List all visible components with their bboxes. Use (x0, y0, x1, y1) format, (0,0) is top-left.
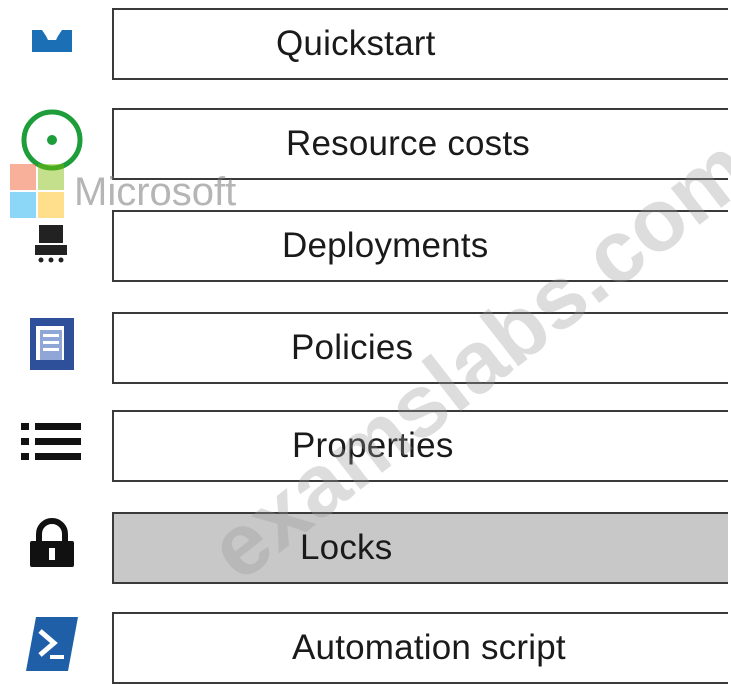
menu-item-label: Resource costs (286, 124, 531, 163)
menu-item-deployments[interactable]: Deployments (0, 202, 731, 282)
menu-item-box[interactable]: Resource costs (112, 108, 728, 180)
deployments-icon (0, 202, 104, 282)
menu-item-locks[interactable]: Locks (0, 504, 731, 584)
menu-item-automation-script[interactable]: Automation script (0, 604, 731, 684)
resource-menu: Quickstart Resource costs Deployments Po… (0, 0, 731, 684)
menu-item-box[interactable]: Locks (112, 512, 728, 584)
automation-script-icon (0, 604, 104, 684)
resource-costs-icon (0, 100, 104, 180)
menu-item-quickstart[interactable]: Quickstart (0, 0, 731, 80)
menu-item-label: Quickstart (276, 24, 436, 63)
policies-icon (0, 304, 104, 384)
menu-item-label: Properties (292, 426, 454, 465)
menu-item-box[interactable]: Policies (112, 312, 728, 384)
menu-item-policies[interactable]: Policies (0, 304, 731, 384)
menu-item-box[interactable]: Quickstart (112, 8, 728, 80)
quickstart-icon (0, 0, 104, 80)
menu-item-box[interactable]: Properties (112, 410, 728, 482)
properties-icon (0, 402, 104, 482)
menu-item-properties[interactable]: Properties (0, 402, 731, 482)
menu-item-label: Policies (291, 328, 414, 367)
menu-item-box[interactable]: Automation script (112, 612, 728, 684)
menu-item-resource-costs[interactable]: Resource costs (0, 100, 731, 180)
menu-item-box[interactable]: Deployments (112, 210, 728, 282)
lock-icon (0, 504, 104, 584)
menu-item-label: Automation script (292, 628, 566, 667)
menu-item-label: Locks (300, 528, 393, 567)
menu-item-label: Deployments (282, 226, 489, 265)
